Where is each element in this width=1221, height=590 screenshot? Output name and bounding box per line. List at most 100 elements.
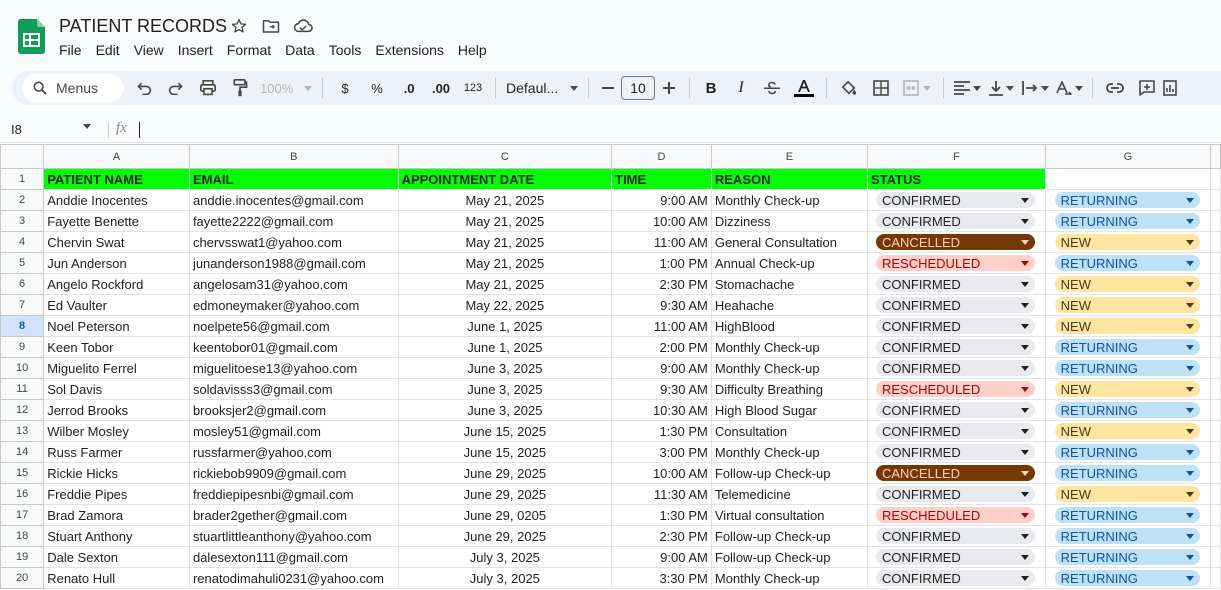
menu-format[interactable]: Format <box>220 40 278 60</box>
patient-name-cell[interactable]: Renato Hull <box>43 567 190 589</box>
appointment-date-cell[interactable]: June 29, 2025 <box>397 483 613 505</box>
time-cell[interactable]: 10:00 AM <box>611 462 712 484</box>
email-cell[interactable]: miguelitoese13@yahoo.com <box>188 357 399 379</box>
email-cell[interactable]: freddiepipesnbi@gmail.com <box>188 483 399 505</box>
cloud-status-icon[interactable] <box>293 16 313 36</box>
email-cell[interactable]: stuartlittleanthony@yahoo.com <box>188 525 399 547</box>
email-cell[interactable]: chervsswat1@yahoo.com <box>188 231 399 253</box>
patient-type-dropdown-chip[interactable]: NEW <box>1054 423 1201 439</box>
menu-data[interactable]: Data <box>278 40 322 60</box>
patient-name-cell[interactable]: Keen Tobor <box>43 336 190 358</box>
reason-cell[interactable]: General Consultation <box>710 231 868 253</box>
menu-insert[interactable]: Insert <box>171 40 220 60</box>
appointment-date-cell[interactable]: May 21, 2025 <box>397 273 613 295</box>
status-cell[interactable]: CONFIRMED <box>866 357 1046 379</box>
row-number[interactable]: 13 <box>0 420 45 442</box>
status-dropdown-chip[interactable]: CONFIRMED <box>875 402 1035 418</box>
reason-cell[interactable]: Follow-up Check-up <box>710 525 868 547</box>
status-cell[interactable]: CONFIRMED <box>866 567 1046 589</box>
reason-cell[interactable]: Virtual consultation <box>710 504 868 526</box>
cell[interactable] <box>1210 462 1221 484</box>
status-dropdown-chip[interactable]: CONFIRMED <box>875 528 1035 544</box>
patient-type-cell[interactable]: RETURNING <box>1044 441 1212 463</box>
header-cell[interactable]: STATUS <box>866 168 1046 190</box>
text-color-icon[interactable] <box>788 75 820 101</box>
header-cell[interactable] <box>1044 168 1212 190</box>
decrease-decimal-button[interactable]: .0 <box>393 75 425 101</box>
row-number[interactable]: 19 <box>0 546 45 568</box>
menu-help[interactable]: Help <box>451 40 494 60</box>
strikethrough-icon[interactable] <box>756 75 788 101</box>
patient-type-dropdown-chip[interactable]: NEW <box>1054 318 1201 334</box>
row-number[interactable]: 4 <box>0 231 45 253</box>
appointment-date-cell[interactable]: May 21, 2025 <box>397 189 613 211</box>
email-cell[interactable]: dalesexton111@gmail.com <box>188 546 399 568</box>
patient-type-cell[interactable]: NEW <box>1044 315 1212 337</box>
row-number[interactable]: 15 <box>0 462 45 484</box>
time-cell[interactable]: 9:00 AM <box>611 357 712 379</box>
email-cell[interactable]: angelosam31@yahoo.com <box>188 273 399 295</box>
row-number[interactable]: 7 <box>0 294 45 316</box>
currency-format-button[interactable]: $ <box>329 75 361 101</box>
appointment-date-cell[interactable]: May 21, 2025 <box>397 210 613 232</box>
patient-type-dropdown-chip[interactable]: RETURNING <box>1054 465 1201 481</box>
menu-extensions[interactable]: Extensions <box>368 40 450 60</box>
patient-type-dropdown-chip[interactable]: RETURNING <box>1054 339 1201 355</box>
header-cell[interactable]: PATIENT NAME <box>43 168 190 190</box>
email-cell[interactable]: fayette2222@gmail.com <box>188 210 399 232</box>
status-cell[interactable]: CANCELLED <box>866 231 1046 253</box>
name-box[interactable]: I8 <box>11 122 22 137</box>
appointment-date-cell[interactable]: June 15, 2025 <box>397 441 613 463</box>
row-number[interactable]: 20 <box>0 567 45 589</box>
appointment-date-cell[interactable]: June 1, 2025 <box>397 315 613 337</box>
patient-type-cell[interactable]: RETURNING <box>1044 504 1212 526</box>
cell[interactable] <box>1210 315 1221 337</box>
time-cell[interactable]: 1:30 PM <box>611 420 712 442</box>
chevron-down-icon[interactable] <box>83 124 91 129</box>
patient-type-cell[interactable]: RETURNING <box>1044 357 1212 379</box>
email-cell[interactable]: noelpete56@gmail.com <box>188 315 399 337</box>
document-title[interactable]: PATIENT RECORDS <box>59 16 227 37</box>
undo-icon[interactable] <box>128 75 160 101</box>
patient-type-dropdown-chip[interactable]: RETURNING <box>1054 444 1201 460</box>
cell[interactable] <box>1210 378 1221 400</box>
patient-type-cell[interactable]: RETURNING <box>1044 567 1212 589</box>
row-number[interactable]: 16 <box>0 483 45 505</box>
time-cell[interactable]: 10:00 AM <box>611 210 712 232</box>
patient-name-cell[interactable]: Rickie Hicks <box>43 462 190 484</box>
email-cell[interactable]: brader2gether@gmail.com <box>188 504 399 526</box>
status-dropdown-chip[interactable]: CANCELLED <box>875 465 1035 481</box>
time-cell[interactable]: 9:30 AM <box>611 378 712 400</box>
email-cell[interactable]: renatodimahuli0231@yahoo.com <box>188 567 399 589</box>
redo-icon[interactable] <box>160 75 192 101</box>
status-cell[interactable]: RESCHEDULED <box>866 252 1046 274</box>
cell[interactable] <box>1210 357 1221 379</box>
patient-type-dropdown-chip[interactable]: RETURNING <box>1054 570 1201 586</box>
email-cell[interactable]: mosley51@gmail.com <box>188 420 399 442</box>
time-cell[interactable]: 9:30 AM <box>611 294 712 316</box>
column-header[interactable]: E <box>710 144 868 169</box>
email-cell[interactable]: keentobor01@gmail.com <box>188 336 399 358</box>
patient-type-cell[interactable]: NEW <box>1044 378 1212 400</box>
search-menus-button[interactable]: Menus <box>22 74 124 102</box>
time-cell[interactable]: 2:30 PM <box>611 525 712 547</box>
font-family-select[interactable]: Defaul... <box>502 75 582 101</box>
italic-button[interactable]: I <box>726 75 756 101</box>
patient-type-dropdown-chip[interactable]: NEW <box>1054 381 1201 397</box>
email-cell[interactable]: soldavisss3@gmail.com <box>188 378 399 400</box>
status-dropdown-chip[interactable]: CANCELLED <box>875 234 1035 250</box>
status-cell[interactable]: CONFIRMED <box>866 525 1046 547</box>
insert-comment-icon[interactable] <box>1131 75 1163 101</box>
patient-name-cell[interactable]: Noel Peterson <box>43 315 190 337</box>
status-dropdown-chip[interactable]: CONFIRMED <box>875 297 1035 313</box>
status-dropdown-chip[interactable]: RESCHEDULED <box>875 255 1035 271</box>
status-cell[interactable]: CONFIRMED <box>866 483 1046 505</box>
horizontal-align-icon[interactable] <box>950 75 984 101</box>
appointment-date-cell[interactable]: July 3, 2025 <box>397 546 613 568</box>
column-header[interactable]: D <box>611 144 712 169</box>
status-dropdown-chip[interactable]: CONFIRMED <box>875 570 1035 586</box>
cell[interactable] <box>1210 567 1221 589</box>
status-dropdown-chip[interactable]: CONFIRMED <box>875 444 1035 460</box>
email-cell[interactable]: junanderson1988@gmail.com <box>188 252 399 274</box>
patient-type-cell[interactable]: RETURNING <box>1044 189 1212 211</box>
